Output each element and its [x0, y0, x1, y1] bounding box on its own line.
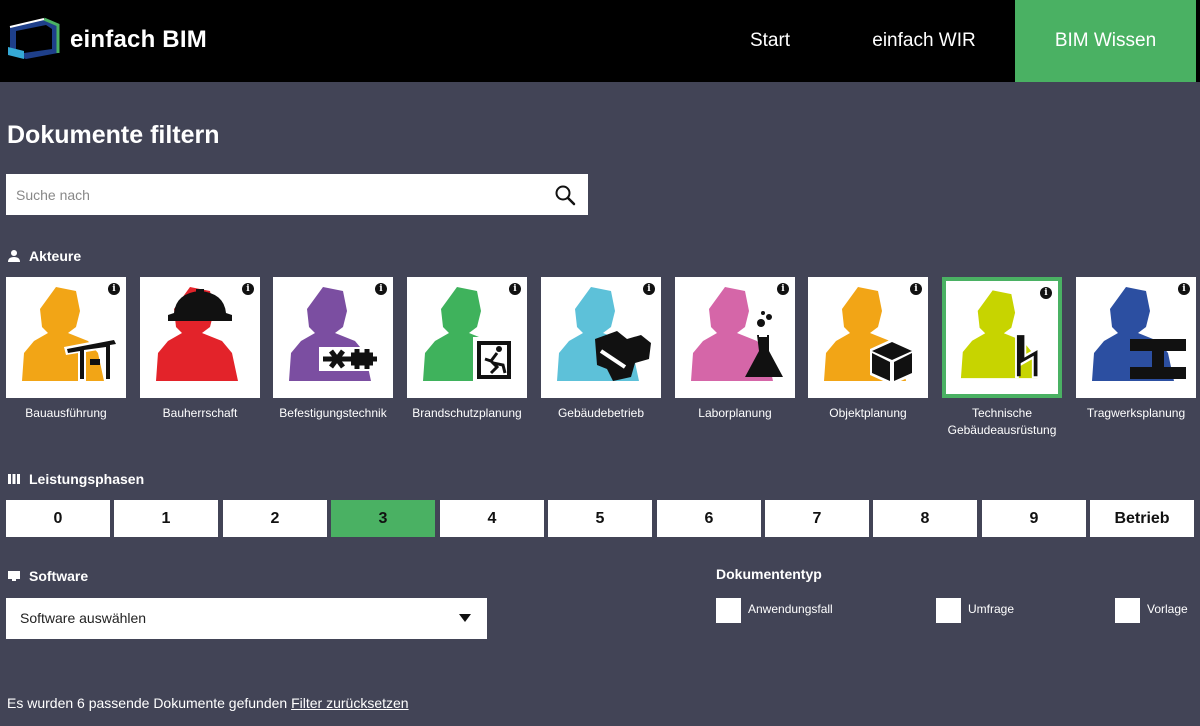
result-count-text: Es wurden 6 passende Dokumente gefunden — [7, 695, 288, 711]
info-icon[interactable]: i — [108, 283, 120, 295]
software-heading: Software — [7, 568, 88, 584]
actors-heading-label: Akteure — [29, 248, 82, 264]
search-input[interactable] — [6, 174, 546, 215]
phase-button-3[interactable]: 3 — [331, 500, 435, 537]
fastener-icon — [289, 287, 383, 381]
phase-button-9[interactable]: 9 — [982, 500, 1086, 537]
top-navigation-bar: einfach BIM Start einfach WIR BIM Wissen — [0, 0, 1200, 82]
monitor-icon — [8, 571, 20, 581]
page-title: Dokumente filtern — [7, 121, 220, 149]
chevron-down-icon — [459, 614, 471, 622]
phase-button-0[interactable]: 0 — [6, 500, 110, 537]
actor-label: Gebäudebetrieb — [557, 406, 645, 420]
phase-button-4[interactable]: 4 — [440, 500, 544, 537]
nav-bim-wissen[interactable]: BIM Wissen — [1015, 0, 1196, 82]
actor-tile-6[interactable]: i — [675, 277, 795, 398]
phases-heading: Leistungsphasen — [7, 471, 144, 487]
actor-tile-9[interactable]: i — [1076, 277, 1196, 398]
checkbox-umfrage[interactable] — [936, 598, 961, 623]
crane-icon — [22, 287, 120, 381]
info-icon[interactable]: i — [1178, 283, 1190, 295]
wrench-icon — [557, 287, 651, 381]
actor-label: Befestigungstechnik — [279, 406, 387, 420]
cube-icon — [824, 287, 914, 385]
info-icon[interactable]: i — [643, 283, 655, 295]
actors-heading: Akteure — [7, 248, 81, 264]
software-heading-label: Software — [29, 568, 89, 584]
checkbox-label-umfrage: Umfrage — [968, 602, 1015, 616]
phase-button-2[interactable]: 2 — [223, 500, 327, 537]
hardhat-icon — [156, 287, 238, 381]
actor-tile-3[interactable]: i — [273, 277, 393, 398]
search-icon[interactable] — [554, 184, 576, 206]
brand-name[interactable]: einfach BIM — [70, 26, 207, 54]
info-icon[interactable]: i — [375, 283, 387, 295]
info-icon[interactable]: i — [1040, 287, 1052, 299]
software-select-value: Software auswählen — [20, 610, 147, 626]
actor-tile-5[interactable]: i — [541, 277, 661, 398]
einfach-bim-logo[interactable] — [6, 17, 62, 61]
actor-label: Tragwerksplanung — [1086, 406, 1186, 420]
actor-tile-8[interactable]: i — [942, 277, 1062, 398]
person-icon — [8, 250, 20, 262]
checkbox-anwendungsfall[interactable] — [716, 598, 741, 623]
actor-tile-2[interactable]: i — [140, 277, 260, 398]
info-icon[interactable]: i — [242, 283, 254, 295]
actor-tile-4[interactable]: i — [407, 277, 527, 398]
i-beam-icon — [1092, 287, 1186, 381]
columns-icon — [8, 474, 20, 484]
phase-button-6[interactable]: 6 — [657, 500, 761, 537]
checkbox-label-anwendungsfall: Anwendungsfall — [748, 602, 833, 616]
software-select[interactable]: Software auswählen — [6, 598, 487, 639]
checkbox-label-vorlage: Vorlage — [1147, 602, 1188, 616]
lightning-icon — [960, 290, 1040, 379]
actor-label: Laborplanung — [698, 406, 772, 420]
actor-label: Objektplanung — [829, 406, 907, 420]
search-box — [6, 174, 588, 215]
result-summary: Es wurden 6 passende Dokumente gefunden … — [7, 695, 409, 711]
doctype-heading: Dokumententyp — [716, 566, 822, 582]
phase-button-1[interactable]: 1 — [114, 500, 218, 537]
flask-icon — [691, 287, 783, 381]
actor-label: Brandschutzplanung — [412, 406, 522, 420]
reset-filter-link[interactable]: Filter zurücksetzen — [291, 695, 408, 711]
info-icon[interactable]: i — [910, 283, 922, 295]
phase-button-7[interactable]: 7 — [765, 500, 869, 537]
actor-label: Bauausführung — [25, 406, 107, 420]
phases-heading-label: Leistungsphasen — [29, 471, 145, 487]
nav-start[interactable]: Start — [730, 0, 810, 82]
actor-tile-7[interactable]: i — [808, 277, 928, 398]
actor-label: Technische Gebäudeausrüstung — [947, 406, 1057, 437]
info-icon[interactable]: i — [777, 283, 789, 295]
info-icon[interactable]: i — [509, 283, 521, 295]
actor-tile-1[interactable]: i — [6, 277, 126, 398]
phase-button-betrieb[interactable]: Betrieb — [1090, 500, 1194, 537]
actor-label: Bauherrschaft — [162, 406, 238, 420]
phase-button-8[interactable]: 8 — [873, 500, 977, 537]
checkbox-vorlage[interactable] — [1115, 598, 1140, 623]
emergency-exit-icon — [423, 287, 515, 383]
nav-einfach-wir[interactable]: einfach WIR — [855, 0, 993, 82]
phase-button-5[interactable]: 5 — [548, 500, 652, 537]
